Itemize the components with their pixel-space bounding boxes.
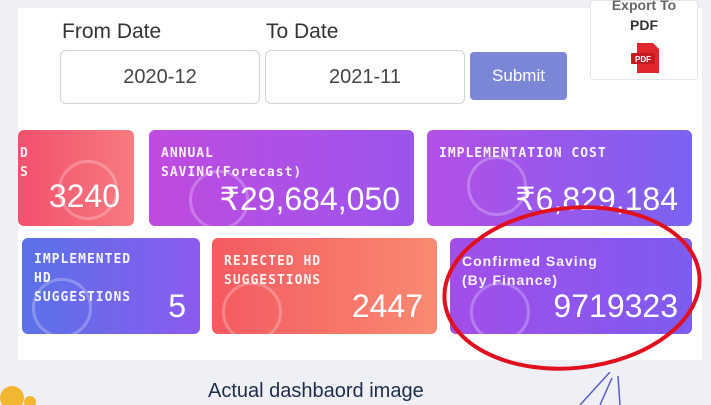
submit-button[interactable]: Submit xyxy=(470,52,567,100)
card-title: IMPLEMENTED HD SUGGESTIONS xyxy=(34,252,132,305)
export-label: Export To xyxy=(611,0,677,13)
card-title: REJECTED HD SUGGESTIONS xyxy=(224,254,322,288)
svg-text:PDF: PDF xyxy=(635,55,651,64)
card-implemented-suggestions[interactable]: IMPLEMENTED HD SUGGESTIONS 5 xyxy=(22,238,200,334)
caption-text: Actual dashbaord image xyxy=(208,380,424,402)
card-annual-saving[interactable]: ANNUAL SAVING(Forecast) ₹29,684,050 xyxy=(149,130,414,226)
pdf-icon: PDF xyxy=(631,43,659,73)
from-date-label: From Date xyxy=(62,20,162,43)
decorative-lines xyxy=(579,372,621,405)
card-suggestions[interactable]: D S 3240 xyxy=(18,130,134,226)
from-date-input[interactable]: 2020-12 xyxy=(60,50,260,104)
card-title: IMPLEMENTATION COST xyxy=(439,146,607,161)
export-pdf-button[interactable]: Export To PDF PDF xyxy=(590,0,698,80)
card-title: ANNUAL SAVING(Forecast) xyxy=(161,146,303,180)
card-rejected-suggestions[interactable]: REJECTED HD SUGGESTIONS 2447 xyxy=(212,238,437,334)
card-value: ₹29,684,050 xyxy=(219,181,400,217)
card-title: D S xyxy=(20,146,29,180)
highlight-ellipse xyxy=(442,205,702,371)
to-date-input[interactable]: 2021-11 xyxy=(265,50,465,104)
decorative-blob xyxy=(0,386,36,405)
to-date-label: To Date xyxy=(266,20,339,43)
card-value: 3240 xyxy=(48,178,120,214)
card-value: 2447 xyxy=(351,288,423,324)
export-pdf-label: PDF xyxy=(630,17,658,33)
card-value: 5 xyxy=(168,288,186,324)
